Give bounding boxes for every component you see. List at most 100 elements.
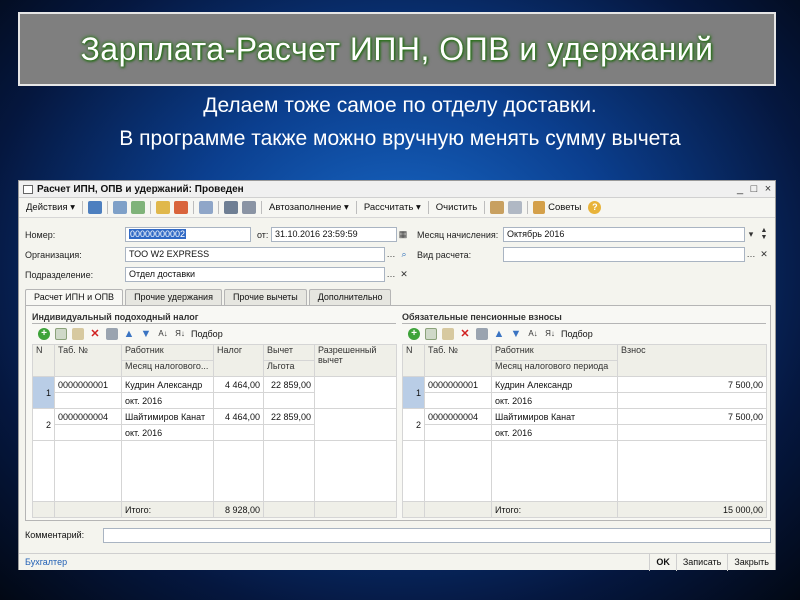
opv-selection-button[interactable]: Подбор: [561, 329, 593, 339]
row-number: 2: [32, 408, 55, 441]
minimize-button[interactable]: _: [733, 183, 747, 195]
accrual-month-field[interactable]: Октябрь 2016: [503, 227, 745, 242]
actions-menu[interactable]: Действия ▾: [22, 202, 79, 213]
dt-kt-icon[interactable]: [490, 201, 505, 214]
toolbar-separator: [82, 201, 84, 214]
month-cell: окт. 2016: [491, 424, 618, 441]
move-down-icon[interactable]: ▼: [140, 328, 152, 340]
col-tab-header[interactable]: Таб. №: [424, 344, 492, 377]
tips-button[interactable]: Советы: [547, 202, 585, 213]
post-and-close-icon[interactable]: [88, 201, 103, 214]
save-icon[interactable]: [113, 201, 128, 214]
move-down-icon[interactable]: ▼: [510, 328, 522, 340]
table-row[interactable]: 1 0000000001 Кудрин Александр 7 500,00: [402, 376, 767, 409]
col-worker-header[interactable]: Работник: [491, 344, 618, 361]
edit-row-icon[interactable]: [442, 328, 454, 340]
date-field[interactable]: 31.10.2016 23:59:59: [271, 227, 397, 242]
toolbar-separator: [107, 201, 109, 214]
table-row-sub[interactable]: окт. 2016: [403, 424, 767, 441]
chevron-down-icon[interactable]: ▾: [745, 227, 757, 242]
col-month-header[interactable]: Месяц налогового периода: [491, 360, 618, 377]
tab-number-sub-cell: [54, 392, 122, 409]
post-icon[interactable]: [156, 201, 171, 214]
col-deduction-header[interactable]: Вычет: [263, 344, 315, 361]
col-benefit-header[interactable]: Льгота: [263, 360, 315, 377]
toolbar-separator: [427, 201, 429, 214]
ok-button[interactable]: OK: [649, 553, 676, 571]
col-tab-header[interactable]: Таб. №: [54, 344, 122, 377]
table-row[interactable]: 1 0000000001 Кудрин Александр 4 464,00 2…: [32, 376, 397, 409]
calculate-menu[interactable]: Рассчитать ▾: [360, 202, 425, 213]
tab-ipn-opv[interactable]: Расчет ИПН и ОПВ: [25, 289, 124, 306]
department-label: Подразделение:: [25, 270, 94, 280]
ipn-selection-button[interactable]: Подбор: [191, 329, 223, 339]
col-n-header[interactable]: N: [32, 344, 55, 377]
close-window-button[interactable]: ×: [761, 183, 775, 195]
tab-additional[interactable]: Дополнительно: [308, 289, 392, 305]
number-field[interactable]: 00000000002: [125, 227, 251, 242]
sort-desc-icon[interactable]: Я↓: [544, 328, 556, 340]
month-cell: окт. 2016: [121, 424, 214, 441]
add-row-icon[interactable]: +: [408, 328, 420, 340]
close-button[interactable]: Закрыть: [727, 553, 775, 571]
movements-icon[interactable]: [242, 201, 257, 214]
move-up-icon[interactable]: ▲: [123, 328, 135, 340]
end-edit-icon[interactable]: [106, 328, 118, 340]
autofill-menu[interactable]: Автозаполнение ▾: [265, 202, 353, 213]
unpost-icon[interactable]: [174, 201, 189, 214]
tab-other-allowances[interactable]: Прочие вычеты: [223, 289, 307, 305]
table-row[interactable]: 2 0000000004 Шайтимиров Канат 7 500,00: [402, 408, 767, 441]
clear-calc-type-icon[interactable]: ✕: [758, 247, 770, 262]
edit-row-icon[interactable]: [72, 328, 84, 340]
department-field[interactable]: Отдел доставки: [125, 267, 385, 282]
contribution-cell: 7 500,00: [617, 376, 767, 393]
sort-asc-icon[interactable]: A↓: [527, 328, 539, 340]
select-department-icon[interactable]: …: [385, 267, 397, 282]
month-stepper[interactable]: ▲ ▼: [758, 227, 770, 242]
calendar-icon[interactable]: ▦: [397, 227, 409, 242]
tax-cell: 4 464,00: [213, 408, 264, 425]
col-allowed-header[interactable]: Разрешенный вычет: [314, 344, 397, 377]
sort-desc-icon[interactable]: Я↓: [174, 328, 186, 340]
copy-row-icon[interactable]: [55, 328, 67, 340]
save-button[interactable]: Записать: [675, 553, 727, 571]
end-edit-icon[interactable]: [476, 328, 488, 340]
ipn-section-title: Индивидуальный подоходный налог: [32, 312, 199, 322]
organization-field[interactable]: ТОО W2 EXPRESS: [125, 247, 385, 262]
select-calc-type-icon[interactable]: …: [745, 247, 757, 262]
clear-button[interactable]: Очистить: [432, 202, 481, 213]
tips-icon: [533, 201, 546, 214]
col-month-header[interactable]: Месяц налогового...: [121, 360, 214, 377]
opv-section-title: Обязательные пенсионные взносы: [402, 312, 562, 322]
col-n-header[interactable]: N: [402, 344, 425, 377]
delete-row-icon[interactable]: ✕: [89, 328, 101, 340]
help-icon[interactable]: ?: [588, 201, 602, 214]
month-cell: окт. 2016: [121, 392, 214, 409]
calc-type-field[interactable]: [503, 247, 745, 262]
add-row-icon[interactable]: +: [38, 328, 50, 340]
select-organization-icon[interactable]: …: [385, 247, 397, 262]
move-up-icon[interactable]: ▲: [493, 328, 505, 340]
ipn-table-toolbar: + ✕ ▲ ▼ A↓ Я↓ Подбор: [38, 326, 223, 342]
search-icon[interactable]: ⌕: [398, 247, 410, 262]
tab-number-sub-cell: [424, 424, 492, 441]
col-worker-header[interactable]: Работник: [121, 344, 214, 361]
structure-icon[interactable]: [224, 201, 239, 214]
maximize-button[interactable]: □: [747, 183, 761, 195]
tab-other-deductions[interactable]: Прочие удержания: [125, 289, 222, 305]
col-contribution-header[interactable]: Взнос: [617, 344, 767, 377]
refresh-icon[interactable]: [131, 201, 146, 214]
table-row[interactable]: 2 0000000004 Шайтимиров Канат 4 464,00 2…: [32, 408, 397, 441]
tab-number-sub-cell: [424, 392, 492, 409]
total-tax: 8 928,00: [213, 501, 264, 518]
document-icon: [23, 184, 33, 194]
based-on-icon[interactable]: [199, 201, 214, 214]
table-row-sub[interactable]: окт. 2016: [403, 392, 767, 409]
copy-row-icon[interactable]: [425, 328, 437, 340]
comment-field[interactable]: [103, 528, 771, 543]
clear-department-icon[interactable]: ✕: [398, 267, 410, 282]
print-icon[interactable]: [508, 201, 523, 214]
col-tax-header[interactable]: Налог: [213, 344, 264, 377]
sort-asc-icon[interactable]: A↓: [157, 328, 169, 340]
delete-row-icon[interactable]: ✕: [459, 328, 471, 340]
